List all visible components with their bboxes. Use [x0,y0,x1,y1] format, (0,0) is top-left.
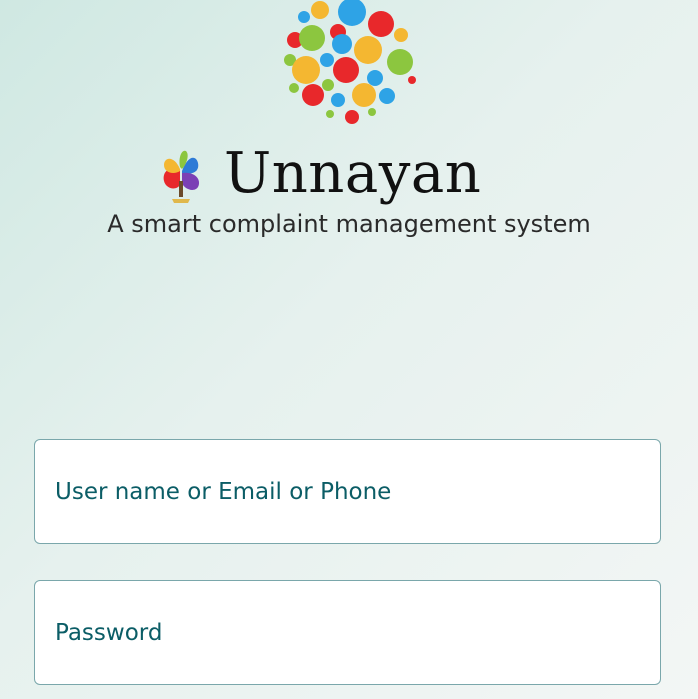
brand-header: Unnayan [158,138,481,210]
bubbles-logo-icon [284,0,416,124]
password-input[interactable] [55,581,635,684]
password-field[interactable] [34,580,661,685]
username-field[interactable] [34,439,661,544]
tagline: A smart complaint management system [107,210,591,238]
app-name: Unnayan [224,141,482,206]
username-input[interactable] [55,440,635,543]
rainbow-tree-icon [163,150,200,203]
